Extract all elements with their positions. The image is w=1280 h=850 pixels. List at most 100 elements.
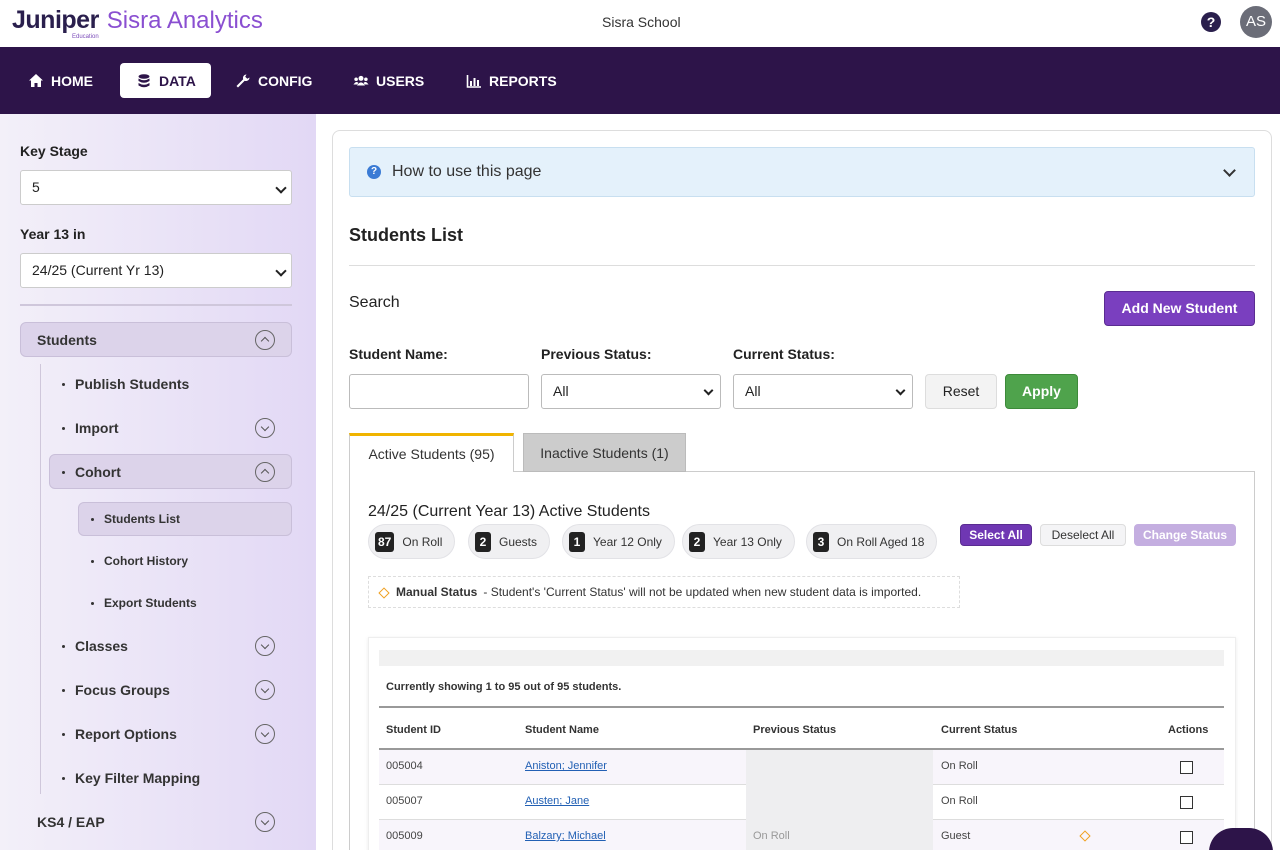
showing-count: Currently showing 1 to 95 out of 95 stud…: [386, 681, 622, 693]
chevron-down-icon[interactable]: [255, 418, 275, 438]
database-icon: [138, 73, 150, 87]
sidebar-item-classes[interactable]: Classes: [62, 638, 128, 654]
nav-users[interactable]: USERS: [343, 63, 434, 98]
sidebar-item-label: Report Options: [75, 726, 177, 742]
student-name-link[interactable]: Aniston; Jennifer: [525, 760, 607, 772]
current-status-cell: On Roll: [941, 795, 978, 807]
avatar[interactable]: AS: [1240, 6, 1272, 38]
pill-label: On Roll Aged 18: [837, 534, 925, 549]
column-header-previous-status[interactable]: Previous Status: [753, 724, 836, 736]
sidebar-item-key-filter-mapping[interactable]: Key Filter Mapping: [62, 770, 200, 786]
student-name-input[interactable]: [349, 374, 529, 409]
key-stage-value: 5: [32, 179, 40, 195]
tab-inactive-students[interactable]: Inactive Students (1): [523, 433, 686, 472]
sidebar-item-report-options[interactable]: Report Options: [62, 726, 177, 742]
previous-status-cell: On Roll: [753, 830, 790, 842]
chevron-up-icon[interactable]: [255, 330, 275, 350]
nav-home-label: HOME: [51, 72, 93, 89]
nav-config[interactable]: CONFIG: [225, 63, 322, 98]
sidebar-item-ks4-eap[interactable]: KS4 / EAP: [37, 814, 105, 830]
sidebar-item-cohort-history[interactable]: Cohort History: [91, 554, 188, 568]
key-stage-label: Key Stage: [20, 143, 88, 159]
sidebar-item-import[interactable]: Import: [62, 420, 119, 436]
chevron-down-icon: [895, 385, 906, 396]
filter-pill-on-roll-aged-18[interactable]: 3 On Roll Aged 18: [806, 524, 938, 559]
how-to-title: How to use this page: [392, 163, 542, 180]
current-status-cell: On Roll: [941, 760, 978, 772]
chevron-down-icon: [703, 385, 714, 396]
select-all-button[interactable]: Select All: [960, 524, 1032, 546]
bullet-icon: [91, 517, 94, 521]
apply-button[interactable]: Apply: [1005, 374, 1078, 409]
deselect-all-button[interactable]: Deselect All: [1040, 524, 1126, 546]
student-name-label: Student Name:: [349, 346, 448, 362]
student-name-link[interactable]: Austen; Jane: [525, 795, 589, 807]
column-header-current-status[interactable]: Current Status: [941, 724, 1017, 736]
sidebar-item-focus-groups[interactable]: Focus Groups: [62, 682, 170, 698]
pill-label: Year 13 Only: [713, 534, 782, 549]
table-toolbar: [379, 650, 1224, 666]
key-stage-select[interactable]: 5: [20, 170, 292, 205]
sidebar-item-label: Key Filter Mapping: [75, 770, 201, 786]
sidebar-item-label: Cohort: [75, 464, 121, 480]
chevron-down-icon[interactable]: [1223, 164, 1236, 177]
filter-pill-guests[interactable]: 2 Guests: [468, 524, 551, 559]
bullet-icon: [62, 732, 65, 736]
pill-count: 2: [689, 531, 705, 552]
bullet-icon: [62, 426, 65, 430]
sidebar-item-students-list[interactable]: Students List: [91, 512, 180, 526]
previous-status-cell-bg: [746, 785, 933, 820]
sidebar: Key Stage 5 Year 13 in 24/25 (Current Yr…: [0, 114, 316, 850]
nav-data[interactable]: DATA: [120, 63, 211, 98]
student-id-cell: 005004: [386, 760, 423, 772]
sidebar-item-label: Students List: [104, 512, 181, 526]
how-to-panel[interactable]: ? How to use this page: [349, 147, 1255, 197]
filter-pill-year-12-only[interactable]: 1 Year 12 Only: [562, 524, 675, 559]
student-id-cell: 005009: [386, 830, 423, 842]
change-status-button[interactable]: Change Status: [1134, 524, 1236, 546]
main-nav: HOME DATA CONFIG USERS REPORTS: [0, 47, 1280, 114]
table-row: 005009 Balzary; Michael On Roll Guest: [379, 820, 1224, 850]
current-status-label: Current Status:: [733, 346, 835, 362]
current-status-select[interactable]: All: [733, 374, 913, 409]
column-header-student-name[interactable]: Student Name: [525, 724, 599, 736]
row-checkbox[interactable]: [1180, 761, 1193, 774]
student-name-link[interactable]: Balzary; Michael: [525, 830, 606, 842]
table-top-rule: [379, 706, 1224, 708]
search-heading: Search: [349, 294, 400, 311]
sidebar-tree-line: [40, 364, 41, 794]
tab-active-students[interactable]: Active Students (95): [349, 433, 514, 472]
student-id-cell: 005007: [386, 795, 423, 807]
previous-status-cell-bg: [746, 750, 933, 785]
nav-reports[interactable]: REPORTS: [456, 63, 567, 98]
chevron-down-icon[interactable]: [255, 680, 275, 700]
sidebar-item-publish-students[interactable]: Publish Students: [62, 376, 189, 392]
row-checkbox[interactable]: [1180, 796, 1193, 809]
filter-pill-on-roll[interactable]: 87 On Roll: [368, 524, 456, 559]
diamond-icon: [378, 587, 390, 599]
sidebar-item-students[interactable]: Students: [37, 332, 97, 348]
add-new-student-button[interactable]: Add New Student: [1104, 291, 1255, 326]
chevron-down-icon[interactable]: [255, 636, 275, 656]
year-select[interactable]: 24/25 (Current Yr 13): [20, 253, 292, 288]
sidebar-item-label: Import: [75, 420, 119, 436]
current-status-cell: Guest: [941, 830, 971, 842]
reset-button[interactable]: Reset: [925, 374, 997, 409]
chevron-down-icon[interactable]: [255, 724, 275, 744]
row-checkbox[interactable]: [1180, 831, 1193, 844]
previous-status-label: Previous Status:: [541, 346, 652, 362]
sidebar-item-cohort[interactable]: Cohort: [62, 464, 121, 480]
chevron-down-icon[interactable]: [255, 812, 275, 832]
help-icon[interactable]: ?: [1201, 12, 1221, 32]
sidebar-item-label: Publish Students: [75, 376, 190, 392]
pill-count: 2: [475, 531, 491, 552]
sidebar-item-export-students[interactable]: Export Students: [91, 596, 197, 610]
manual-status-note: Manual Status - Student's 'Current Statu…: [368, 576, 960, 608]
nav-home[interactable]: HOME: [18, 63, 103, 98]
chevron-up-icon[interactable]: [255, 462, 275, 482]
previous-status-select[interactable]: All: [541, 374, 721, 409]
pill-count: 1: [569, 531, 585, 552]
logo[interactable]: Juniper Education Sisra Analytics: [12, 6, 263, 40]
column-header-student-id[interactable]: Student ID: [386, 724, 441, 736]
filter-pill-year-13-only[interactable]: 2 Year 13 Only: [682, 524, 795, 559]
